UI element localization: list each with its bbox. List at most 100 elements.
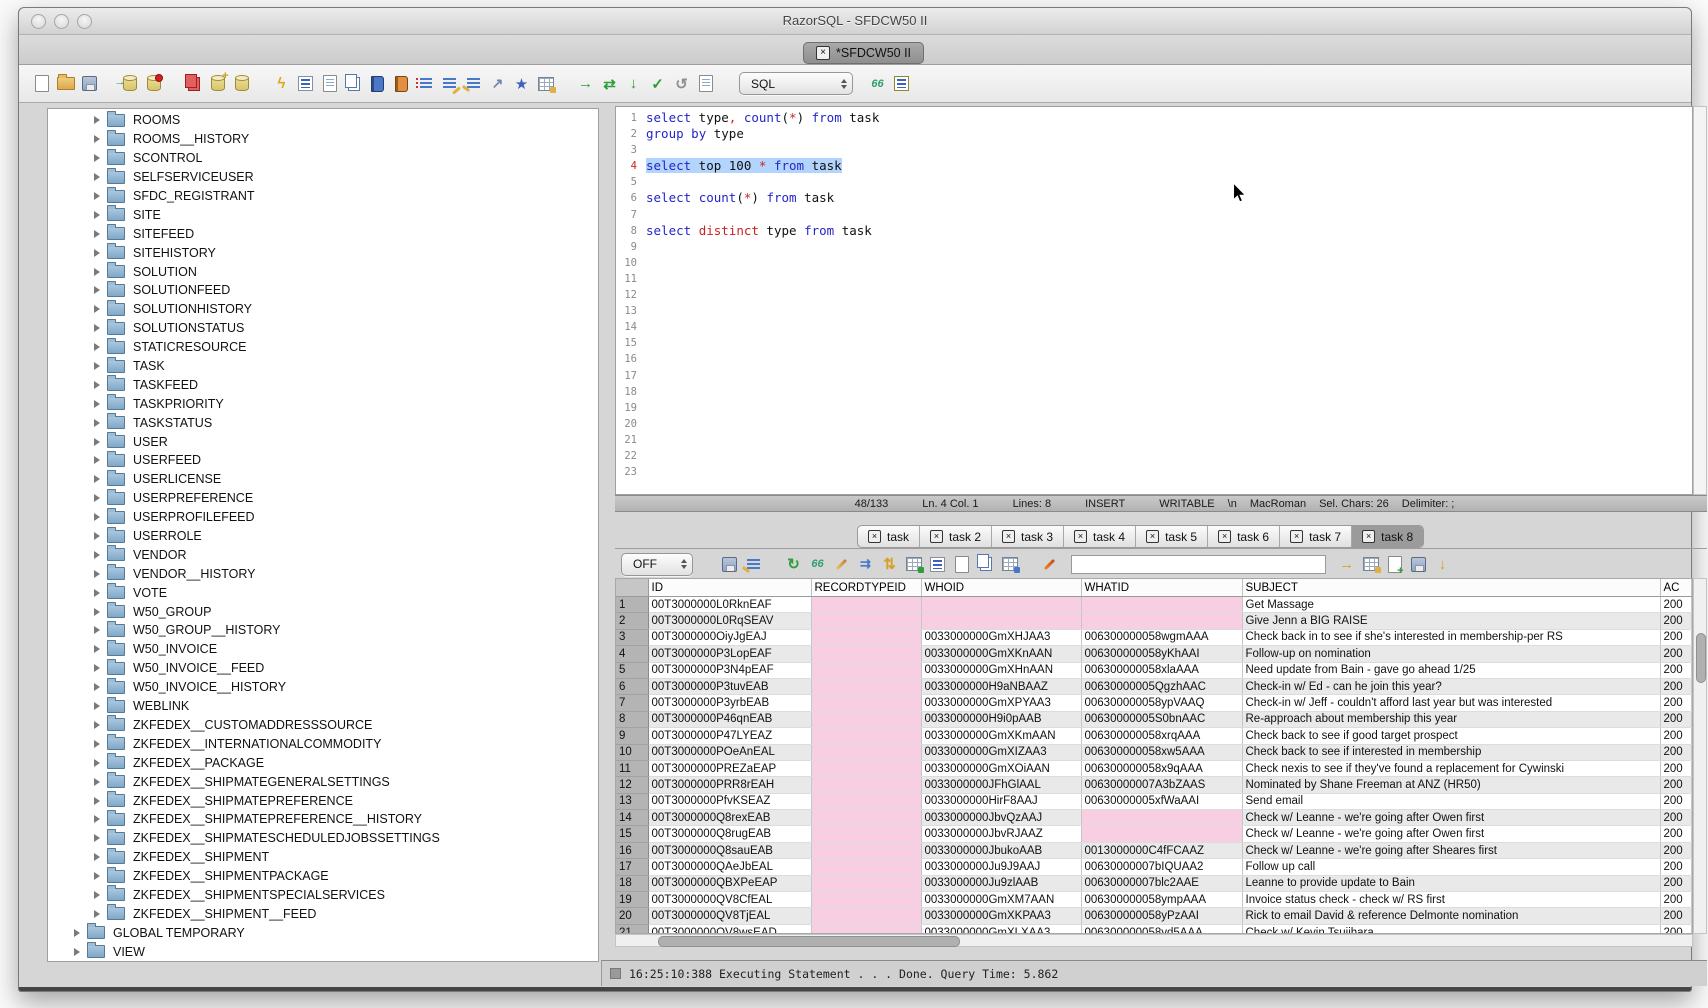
execute-all-icon[interactable]: ⇄ (599, 73, 620, 94)
grid-cell[interactable]: 00T3000000QBXPeEAP (648, 875, 811, 891)
grid-cell[interactable]: Check w/ Leanne - we're going after Shea… (1242, 842, 1660, 858)
grid-cell[interactable]: 200 (1660, 711, 1692, 727)
save-results-icon[interactable] (719, 554, 740, 575)
table-tools-icon[interactable] (535, 73, 556, 94)
row-number-cell[interactable]: 19 (616, 892, 648, 908)
grid-cell[interactable]: 00T3000000P46qnEAB (648, 711, 811, 727)
tree-item[interactable]: ZKFEDEX__SHIPMATESCHEDULEDJOBSSETTINGS (48, 829, 598, 848)
grid-cell[interactable]: 0033000000HirF8AAJ (921, 793, 1081, 809)
grid-cell[interactable] (811, 728, 921, 744)
disclosure-triangle-icon[interactable] (94, 645, 100, 653)
grid-cell[interactable]: 00T3000000P3LopEAF (648, 646, 811, 662)
table-row[interactable]: 800T3000000P46qnEAB0033000000H9i0pAAB006… (616, 711, 1692, 727)
edit-cell-icon[interactable] (831, 554, 852, 575)
tree-item[interactable]: USERPREFERENCE (48, 489, 598, 508)
row-number-cell[interactable]: 13 (616, 793, 648, 809)
grid-cell[interactable] (811, 924, 921, 934)
disclosure-triangle-icon[interactable] (94, 853, 100, 861)
grid-cell[interactable] (811, 662, 921, 678)
disclosure-triangle-icon[interactable] (94, 400, 100, 408)
grid-cell[interactable] (811, 793, 921, 809)
document-tab[interactable]: × *SFDCW50 II (803, 42, 924, 64)
grid-cell[interactable]: 006300000058wgmAAA (1081, 629, 1242, 645)
grid-cell[interactable]: 0033000000GmXKmAAN (921, 728, 1081, 744)
disclosure-triangle-icon[interactable] (94, 551, 100, 559)
grid-cell[interactable] (1081, 810, 1242, 826)
grid-cell[interactable] (1081, 826, 1242, 842)
grid-cell[interactable] (1081, 613, 1242, 629)
reference-book-icon[interactable] (391, 73, 412, 94)
row-number-cell[interactable]: 9 (616, 728, 648, 744)
disclosure-triangle-icon[interactable] (94, 815, 100, 823)
disclosure-triangle-icon[interactable] (94, 589, 100, 597)
tree-item[interactable]: TASKPRIORITY (48, 394, 598, 413)
grid-cell[interactable]: 0033000000GmXKnAAN (921, 646, 1081, 662)
tree-item[interactable]: STATICRESOURCE (48, 338, 598, 357)
grid-cell[interactable]: 200 (1660, 908, 1692, 924)
grid-cell[interactable]: 00T3000000P3N4pEAF (648, 662, 811, 678)
grid-cell[interactable]: 00630000007blc2AAE (1081, 875, 1242, 891)
disclosure-triangle-icon[interactable] (94, 135, 100, 143)
limit-select[interactable]: OFF (621, 553, 693, 576)
tree-item[interactable]: SITEFEED (48, 224, 598, 243)
tree-item[interactable]: W50_GROUP__HISTORY (48, 621, 598, 640)
disclosure-triangle-icon[interactable] (94, 797, 100, 805)
grid-cell[interactable]: 00T3000000P3tuvEAB (648, 678, 811, 694)
grid-cell[interactable]: 200 (1660, 613, 1692, 629)
tree-item[interactable]: WEBLINK (48, 697, 598, 716)
grid-cell[interactable]: 006300000058ympAAA (1081, 892, 1242, 908)
table-row[interactable]: 1200T3000000PRR8rEAH0033000000JFhGlAAL00… (616, 777, 1692, 793)
grid-cell[interactable]: 006300000058yKhAAI (1081, 646, 1242, 662)
list-red-icon[interactable] (415, 73, 436, 94)
close-tab-icon[interactable]: × (1002, 530, 1015, 543)
execute-sql-icon[interactable]: ϟ (271, 73, 292, 94)
tree-item[interactable]: ZKFEDEX__SHIPMENTSPECIALSERVICES (48, 886, 598, 905)
disclosure-triangle-icon[interactable] (94, 343, 100, 351)
table-row[interactable]: 1400T3000000Q8rexEAB0033000000JbvQzAAJCh… (616, 810, 1692, 826)
tree-item[interactable]: USER (48, 432, 598, 451)
disclosure-triangle-icon[interactable] (94, 381, 100, 389)
disclosure-triangle-icon[interactable] (94, 608, 100, 616)
tree-item[interactable]: W50_INVOICE__FEED (48, 659, 598, 678)
grid-cell[interactable]: 0033000000GmXHnAAN (921, 662, 1081, 678)
grid-cell[interactable] (811, 810, 921, 826)
disclosure-triangle-icon[interactable] (74, 929, 80, 937)
disclosure-triangle-icon[interactable] (94, 116, 100, 124)
disclosure-triangle-icon[interactable] (94, 759, 100, 767)
tree-item[interactable]: SCONTROL (48, 149, 598, 168)
grid-cell[interactable]: 006300000058yPzAAI (1081, 908, 1242, 924)
grid-cell[interactable]: 00T3000000POeAnEAL (648, 744, 811, 760)
regen-table-icon[interactable] (903, 554, 924, 575)
row-number-cell[interactable]: 20 (616, 908, 648, 924)
grid-cell[interactable]: 00630000005QgzhAAC (1081, 678, 1242, 694)
grid-cell[interactable]: 200 (1660, 662, 1692, 678)
disclosure-triangle-icon[interactable] (94, 721, 100, 729)
editor-scrollbar[interactable] (1693, 106, 1707, 495)
grid-cell[interactable]: 00630000005xfWaAAI (1081, 793, 1242, 809)
disclosure-triangle-icon[interactable] (94, 305, 100, 313)
grid-cell[interactable]: Rick to email David & reference Delmonte… (1242, 908, 1660, 924)
tree-item[interactable]: ZKFEDEX__CUSTOMADDRESSSOURCE (48, 716, 598, 735)
grid-cell[interactable]: 200 (1660, 744, 1692, 760)
sort-updown-icon[interactable]: ⇅ (879, 554, 900, 575)
grid-cell[interactable]: 00630000007A3bZAAS (1081, 777, 1242, 793)
grid-cell[interactable]: 0033000000GmXHJAA3 (921, 629, 1081, 645)
row-number-cell[interactable]: 8 (616, 711, 648, 727)
grid-cell[interactable]: 006300000058yd5AAA (1081, 924, 1242, 934)
row-number-cell[interactable]: 17 (616, 859, 648, 875)
tree-item[interactable]: GLOBAL TEMPORARY (48, 923, 598, 942)
grid-cell[interactable]: Check w/ Kevin Tsujihara (1242, 924, 1660, 934)
preview-glasses-icon[interactable]: 66 (867, 73, 888, 94)
grid-cell[interactable]: 200 (1660, 826, 1692, 842)
disclosure-triangle-icon[interactable] (94, 419, 100, 427)
row-number-cell[interactable]: 3 (616, 629, 648, 645)
disclosure-triangle-icon[interactable] (94, 872, 100, 880)
row-number-cell[interactable]: 21 (616, 924, 648, 934)
fetch-down-icon[interactable]: ↓ (623, 73, 644, 94)
table-row[interactable]: 2000T3000000QV8TjEAL0033000000GmXKPAA300… (616, 908, 1692, 924)
grid-cell[interactable]: 00T3000000Q8sauEAB (648, 842, 811, 858)
grid-cell[interactable]: 200 (1660, 859, 1692, 875)
grid-cell[interactable]: 00T3000000P47LYEAZ (648, 728, 811, 744)
add-connection-icon[interactable] (207, 73, 228, 94)
table-row[interactable]: 500T3000000P3N4pEAF0033000000GmXHnAAN006… (616, 662, 1692, 678)
